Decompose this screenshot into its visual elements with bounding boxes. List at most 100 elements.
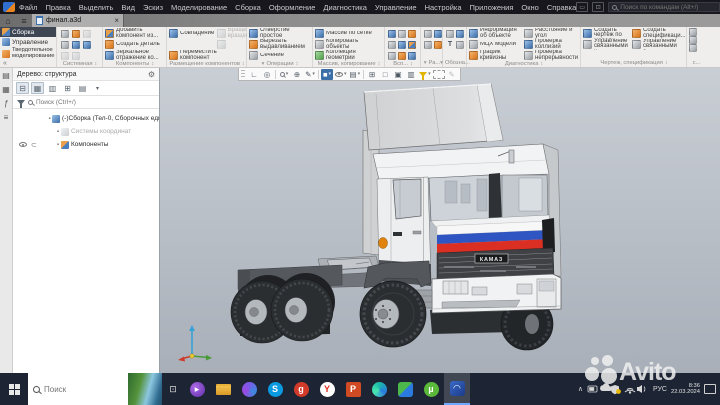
symbol-text-icon[interactable]: T [445,39,455,50]
filter-icon[interactable]: ▾ [418,69,432,80]
dim-diameter-icon[interactable] [433,39,443,50]
aux-plane-icon[interactable] [387,28,397,39]
simple-hole-button[interactable]: Отверстие простое [249,28,311,39]
group-label-drawing[interactable]: Чертеж, спецификация ↕ [583,59,685,67]
tree-structure-view-icon[interactable]: ⊟ [16,82,29,94]
taskbar-app-explorer[interactable] [210,373,236,405]
redo-icon[interactable] [70,50,81,61]
tray-language[interactable]: РУС [653,386,667,393]
menu-window[interactable]: Окно [521,3,538,12]
search-highlight-image[interactable] [128,373,162,405]
section-button[interactable]: Сечение [249,50,311,61]
tree-relations-icon[interactable]: ▥ [46,82,59,94]
taskbar-search[interactable] [28,373,162,405]
truck-model[interactable]: КАМАЗ [180,80,610,365]
mate-rotation-button[interactable]: Вращение-вращение [216,28,247,39]
gear-icon[interactable]: ⚙ [148,70,155,79]
cut-extrude-button[interactable]: Вырезать выдавливанием [249,39,311,50]
aux-curve-icon[interactable] [407,39,417,50]
messages-panel-tab-icon[interactable]: ≡ [4,113,9,122]
mate-extra-button[interactable] [216,39,247,50]
mirror-component-button[interactable]: Зеркальное отражение ко... [105,50,165,61]
tree-csys-row[interactable]: ▪ Системы координат [13,125,159,138]
tree-options-icon[interactable]: ▤ [76,82,89,94]
taskbar-search-input[interactable] [44,384,108,394]
ribbon-collapse[interactable]: « [0,60,56,67]
ribbon-tab-solid-modeling[interactable]: Твердотельное моделирование [0,47,56,60]
group-label-operations[interactable]: ▾ Операции ↕ [249,61,311,67]
view-cube-icon[interactable]: □ [379,69,391,80]
group-label-system[interactable]: Системная ↕ [59,61,101,67]
menu-select[interactable]: Выделить [79,3,114,12]
tab-close-icon[interactable]: × [114,16,119,25]
aux-point-icon[interactable] [407,28,417,39]
notification-center-icon[interactable] [704,384,716,394]
document-tab[interactable]: финал.a3d × [32,14,124,27]
collision-check-button[interactable]: Проверка коллизий [524,39,579,50]
menu-diagnostics[interactable]: Диагностика [323,3,366,12]
print-icon[interactable] [59,39,70,50]
symbol-note-icon[interactable] [445,28,455,39]
symbol-datum-icon[interactable] [455,28,465,39]
zoom-tool-icon[interactable]: ▾ [278,69,290,80]
ribbon-tab-management[interactable]: Управление [0,37,56,47]
appearance-icon[interactable]: ▤ ▾ [349,69,362,80]
geometry-collection-button[interactable]: Коллекция геометрии [315,50,383,61]
menu-apps[interactable]: Приложения [470,3,514,12]
create-bom-button[interactable]: Создать спецификаци... [632,28,685,39]
tab-menu-icon[interactable]: ≡ [16,14,32,27]
rotate-view-icon[interactable]: ◎ [261,69,273,80]
group-label-dims[interactable]: ▾ Ра... [423,59,441,67]
group-label-diagnostics[interactable]: Диагностика ↕ [469,61,579,67]
group-label-array[interactable]: Массив, копирование ↕ [315,61,383,67]
symbol-rough-icon[interactable] [455,39,465,50]
command-search[interactable] [608,2,720,12]
orientation-icon[interactable]: ⊕ [291,69,303,80]
create-drawing-button[interactable]: Создать чертеж по модели [583,28,632,39]
toolbar-drag-handle[interactable] [241,69,245,79]
grid-array-button[interactable]: Массив по сетке [315,28,383,39]
screenshot-icon[interactable]: ⊡ [592,2,605,12]
menu-layout[interactable]: Оформление [269,3,316,12]
home-icon[interactable]: ⌂ [0,14,16,27]
menu-help[interactable]: Справка [547,3,576,12]
display-mode-shaded-icon[interactable]: ■ ▾ [321,68,333,80]
copy-objects-button[interactable]: Копировать объекты [315,39,383,50]
tree-root-row[interactable]: ▪ (-)Сборка (Тел-0, Сборочных единиц... [13,112,159,125]
taskbar-app-utorrent[interactable]: µ [418,373,444,405]
menu-sketch[interactable]: Эскиз [143,3,163,12]
window-layout-icon[interactable]: ▭ [576,2,589,12]
continuity-check-button[interactable]: Проверка непрерывности [524,50,579,61]
open-document-icon[interactable] [70,28,81,39]
csys-axes-icon[interactable]: ∟ [248,69,260,80]
manage-linked-bom-button[interactable]: Управление связанными с... [632,39,685,50]
menu-settings[interactable]: Настройка [425,3,462,12]
group-label-symbols[interactable]: ▾ Обозна... [440,59,470,67]
menu-assembly[interactable]: Сборка [235,3,261,12]
more-tool1-icon[interactable] [689,28,697,36]
group-label-aux[interactable]: Всп... ↕ [387,61,419,67]
mate-coincident-button[interactable]: Совпадение [169,28,217,39]
sketch-mode-icon[interactable]: ✎ ▾ [304,69,316,80]
tree-dropdown-icon[interactable]: ▾ [91,82,104,94]
more-tool2-icon[interactable] [689,36,697,44]
group-label-more[interactable]: с... [689,59,704,67]
tree-filter-icon[interactable] [17,99,25,108]
taskbar-app-copilot[interactable] [236,373,262,405]
menu-edit[interactable]: Правка [45,3,70,12]
add-component-button[interactable]: Добавить компонент из... [105,28,165,39]
tree-refresh-icon[interactable]: ⊞ [61,82,74,94]
taskbar-app-g[interactable]: g [288,373,314,405]
aux-contour-icon[interactable] [397,50,407,61]
move-component-button[interactable]: Переместить компонент [169,50,217,61]
model-viewport[interactable]: КАМАЗ ∟ ◎ ▾ ⊕ ✎ ▾ ■ ▾ ▾ ▤ ▾ ⊞ □ ▣ ▥ ▾ ✎ [160,68,720,373]
dim-radial-icon[interactable] [423,39,433,50]
manage-linked-drawings-button[interactable]: Управление связанными ч... [583,39,632,50]
aux-spiral-icon[interactable] [397,39,407,50]
tree-components-row[interactable]: ⊂ ▪ Компоненты [13,138,159,151]
menu-management[interactable]: Управление [375,3,417,12]
dim-linear-icon[interactable] [423,28,433,39]
tray-clock[interactable]: 8:36 22.03.2024 [671,383,700,396]
tray-status-icons[interactable] [587,383,649,395]
more-tool3-icon[interactable] [689,44,697,52]
